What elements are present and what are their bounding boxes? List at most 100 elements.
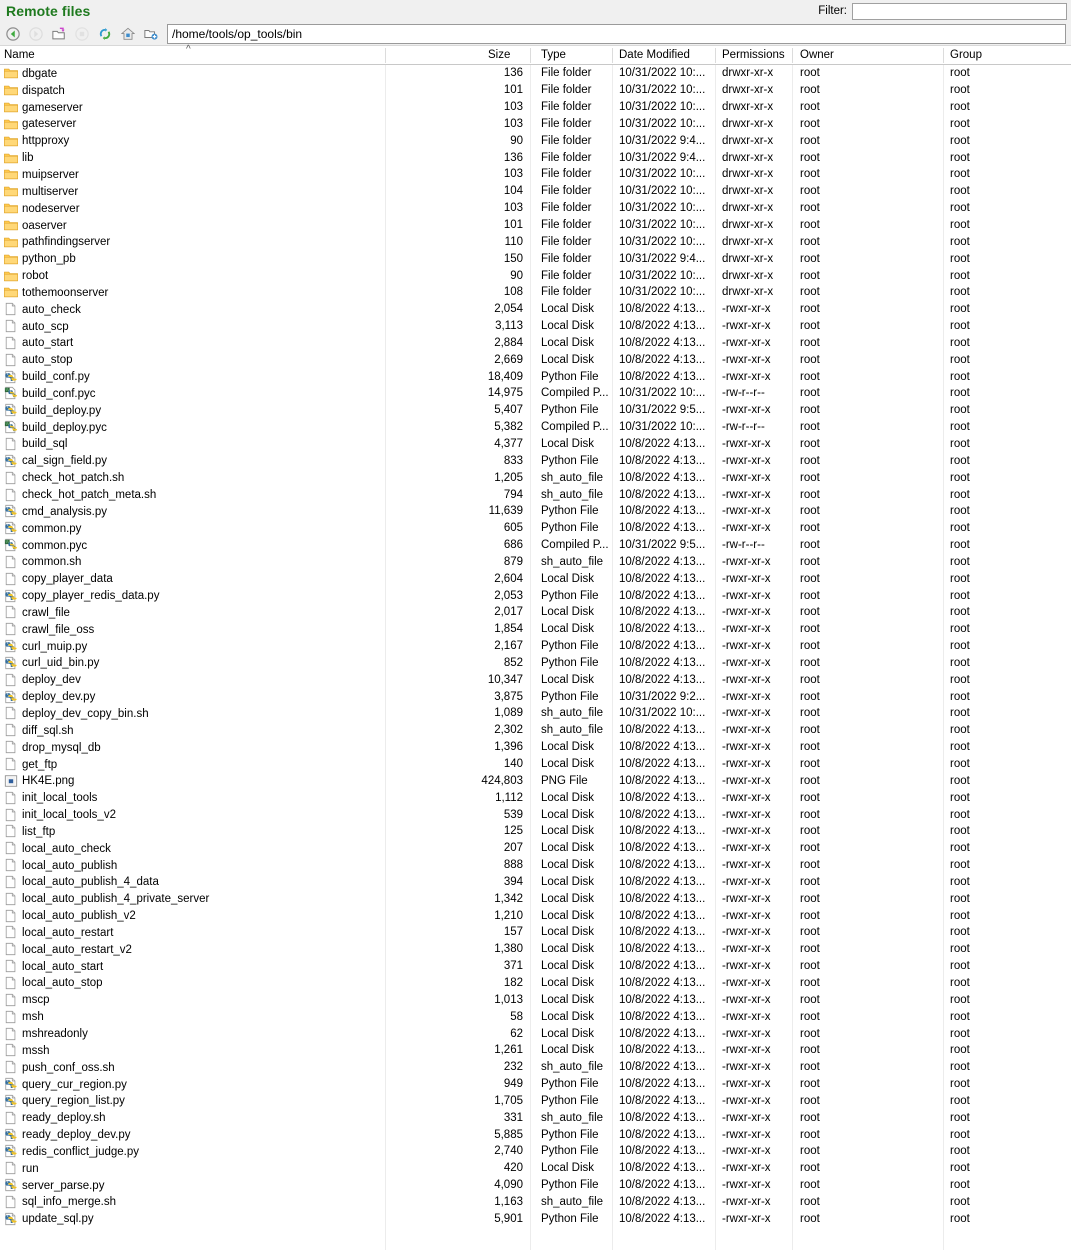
file-name-cell[interactable]: deploy_dev.py xyxy=(4,690,95,704)
file-name-cell[interactable]: ready_deploy_dev.py xyxy=(4,1128,130,1142)
table-row[interactable]: auto_scp 3,113 Local Disk 10/8/2022 4:13...… xyxy=(0,318,1071,335)
file-name-cell[interactable]: common.sh xyxy=(4,555,81,569)
file-name-cell[interactable]: push_conf_oss.sh xyxy=(4,1060,115,1074)
table-row[interactable]: msh 58 Local Disk 10/8/2022 4:13... -rwxr-xr… xyxy=(0,1008,1071,1025)
file-name-cell[interactable]: init_local_tools xyxy=(4,791,97,805)
table-row[interactable]: check_hot_patch.sh 1,205 sh_auto_file 10/8/… xyxy=(0,469,1071,486)
file-name-cell[interactable]: auto_start xyxy=(4,336,73,350)
table-row[interactable]: sql_info_merge.sh 1,163 sh_auto_file 10/8/2… xyxy=(0,1194,1071,1211)
file-name-cell[interactable]: robot xyxy=(4,269,48,283)
table-row[interactable]: check_hot_patch_meta.sh 794 sh_auto_file 10… xyxy=(0,486,1071,503)
file-name-cell[interactable]: copy_player_data xyxy=(4,572,113,586)
file-name-cell[interactable]: curl_muip.py xyxy=(4,639,87,653)
path-input[interactable] xyxy=(167,23,1066,44)
table-row[interactable]: crawl_file_oss 1,854 Local Disk 10/8/2022 4… xyxy=(0,621,1071,638)
file-name-cell[interactable]: redis_conflict_judge.py xyxy=(4,1144,139,1158)
table-row[interactable]: local_auto_stop 182 Local Disk 10/8/2022 4:… xyxy=(0,975,1071,992)
table-row[interactable]: local_auto_start 371 Local Disk 10/8/2022 4… xyxy=(0,958,1071,975)
table-row[interactable]: tothemoonserver 108 File folder 10/31/2022 … xyxy=(0,284,1071,301)
file-name-cell[interactable]: check_hot_patch_meta.sh xyxy=(4,488,156,502)
file-name-cell[interactable]: muipserver xyxy=(4,167,79,181)
file-name-cell[interactable]: auto_scp xyxy=(4,319,69,333)
file-name-cell[interactable]: HK4E.png xyxy=(4,774,74,788)
file-name-cell[interactable]: ready_deploy.sh xyxy=(4,1111,106,1125)
table-row[interactable]: python_pb 150 File folder 10/31/2022 9:4...… xyxy=(0,250,1071,267)
table-row[interactable]: cmd_analysis.py 11,639 Python File 10/8/202… xyxy=(0,503,1071,520)
table-row[interactable]: mssh 1,261 Local Disk 10/8/2022 4:13... -rwx… xyxy=(0,1042,1071,1059)
sort-ascending-icon[interactable]: ^ xyxy=(186,45,191,55)
table-row[interactable]: build_conf.pyc 14,975 Compiled P... 10/31/2… xyxy=(0,385,1071,402)
file-name-cell[interactable]: dispatch xyxy=(4,83,65,97)
file-name-cell[interactable]: build_conf.pyc xyxy=(4,386,96,400)
file-name-cell[interactable]: run xyxy=(4,1161,39,1175)
file-name-cell[interactable]: lib xyxy=(4,151,34,165)
table-row[interactable]: copy_player_redis_data.py 2,053 Python Fil… xyxy=(0,587,1071,604)
table-row[interactable]: build_conf.py 18,409 Python File 10/8/2022 … xyxy=(0,368,1071,385)
column-divider-size-type[interactable] xyxy=(530,48,531,63)
file-name-cell[interactable]: local_auto_publish_4_data xyxy=(4,875,159,889)
column-divider-perm-owner[interactable] xyxy=(792,48,793,63)
file-name-cell[interactable]: tothemoonserver xyxy=(4,285,108,299)
file-name-cell[interactable]: mshreadonly xyxy=(4,1027,88,1041)
file-name-cell[interactable]: drop_mysql_db xyxy=(4,740,101,754)
file-name-cell[interactable]: mscp xyxy=(4,993,49,1007)
file-name-cell[interactable]: dbgate xyxy=(4,66,57,80)
file-name-cell[interactable]: auto_check xyxy=(4,302,81,316)
file-name-cell[interactable]: cmd_analysis.py xyxy=(4,504,107,518)
file-name-cell[interactable]: oaserver xyxy=(4,218,67,232)
file-name-cell[interactable]: check_hot_patch.sh xyxy=(4,471,124,485)
table-row[interactable]: pathfindingserver 110 File folder 10/31/202… xyxy=(0,233,1071,250)
file-name-cell[interactable]: curl_uid_bin.py xyxy=(4,656,99,670)
file-name-cell[interactable]: mssh xyxy=(4,1043,49,1057)
table-row[interactable]: deploy_dev 10,347 Local Disk 10/8/2022 4:13… xyxy=(0,671,1071,688)
table-row[interactable]: multiserver 104 File folder 10/31/2022 10:.… xyxy=(0,183,1071,200)
table-row[interactable]: local_auto_publish_4_data 394 Local Disk 10… xyxy=(0,874,1071,891)
table-row[interactable]: redis_conflict_judge.py 2,740 Python File 1… xyxy=(0,1143,1071,1160)
file-name-cell[interactable]: server_parse.py xyxy=(4,1178,104,1192)
file-name-cell[interactable]: list_ftp xyxy=(4,824,55,838)
table-row[interactable]: mshreadonly 62 Local Disk 10/8/2022 4:13...… xyxy=(0,1025,1071,1042)
table-row[interactable]: server_parse.py 4,090 Python File 10/8/2022… xyxy=(0,1177,1071,1194)
column-header-permissions[interactable]: Permissions xyxy=(722,49,785,61)
file-name-cell[interactable]: pathfindingserver xyxy=(4,235,110,249)
file-name-cell[interactable]: common.py xyxy=(4,521,81,535)
home-icon[interactable] xyxy=(117,23,139,44)
table-row[interactable]: query_cur_region.py 949 Python File 10/8/20… xyxy=(0,1076,1071,1093)
table-row[interactable]: query_region_list.py 1,705 Python File 10/8… xyxy=(0,1092,1071,1109)
table-row[interactable]: nodeserver 103 File folder 10/31/2022 10:..… xyxy=(0,200,1071,217)
file-name-cell[interactable]: query_cur_region.py xyxy=(4,1077,127,1091)
table-row[interactable]: gameserver 103 File folder 10/31/2022 10:..… xyxy=(0,99,1071,116)
file-name-cell[interactable]: deploy_dev_copy_bin.sh xyxy=(4,706,149,720)
table-row[interactable]: local_auto_publish_v2 1,210 Local Disk 10/8… xyxy=(0,907,1071,924)
file-name-cell[interactable]: common.pyc xyxy=(4,538,87,552)
file-name-cell[interactable]: crawl_file_oss xyxy=(4,622,94,636)
table-row[interactable]: local_auto_publish 888 Local Disk 10/8/2022… xyxy=(0,857,1071,874)
table-row[interactable]: httpproxy 90 File folder 10/31/2022 9:4... d… xyxy=(0,132,1071,149)
table-row[interactable]: diff_sql.sh 2,302 sh_auto_file 10/8/2022 4:… xyxy=(0,722,1071,739)
table-row[interactable]: mscp 1,013 Local Disk 10/8/2022 4:13... -rwx… xyxy=(0,991,1071,1008)
parent-directory-icon[interactable] xyxy=(48,23,70,44)
table-row[interactable]: cal_sign_field.py 833 Python File 10/8/2022… xyxy=(0,452,1071,469)
file-name-cell[interactable]: sql_info_merge.sh xyxy=(4,1195,116,1209)
file-name-cell[interactable]: get_ftp xyxy=(4,757,57,771)
file-name-cell[interactable]: local_auto_stop xyxy=(4,976,103,990)
table-row[interactable]: local_auto_publish_4_private_server 1,342… xyxy=(0,890,1071,907)
file-name-cell[interactable]: crawl_file xyxy=(4,605,70,619)
refresh-icon[interactable] xyxy=(94,23,116,44)
file-name-cell[interactable]: nodeserver xyxy=(4,201,80,215)
table-row[interactable]: update_sql.py 5,901 Python File 10/8/2022 4… xyxy=(0,1210,1071,1227)
file-name-cell[interactable]: local_auto_restart_v2 xyxy=(4,942,132,956)
file-name-cell[interactable]: build_deploy.pyc xyxy=(4,420,107,434)
file-name-cell[interactable]: local_auto_publish xyxy=(4,858,117,872)
file-name-cell[interactable]: build_sql xyxy=(4,437,67,451)
back-icon[interactable] xyxy=(2,23,24,44)
file-name-cell[interactable]: update_sql.py xyxy=(4,1212,94,1226)
filter-input[interactable] xyxy=(852,2,1067,20)
table-row[interactable]: muipserver 103 File folder 10/31/2022 10:..… xyxy=(0,166,1071,183)
file-name-cell[interactable]: cal_sign_field.py xyxy=(4,454,107,468)
table-row[interactable]: local_auto_restart 157 Local Disk 10/8/2022… xyxy=(0,924,1071,941)
table-row[interactable]: build_sql 4,377 Local Disk 10/8/2022 4:13..… xyxy=(0,436,1071,453)
table-row[interactable]: deploy_dev.py 3,875 Python File 10/31/2022 … xyxy=(0,688,1071,705)
table-row[interactable]: build_deploy.pyc 5,382 Compiled P... 10/31/… xyxy=(0,419,1071,436)
table-row[interactable]: deploy_dev_copy_bin.sh 1,089 sh_auto_file 1… xyxy=(0,705,1071,722)
